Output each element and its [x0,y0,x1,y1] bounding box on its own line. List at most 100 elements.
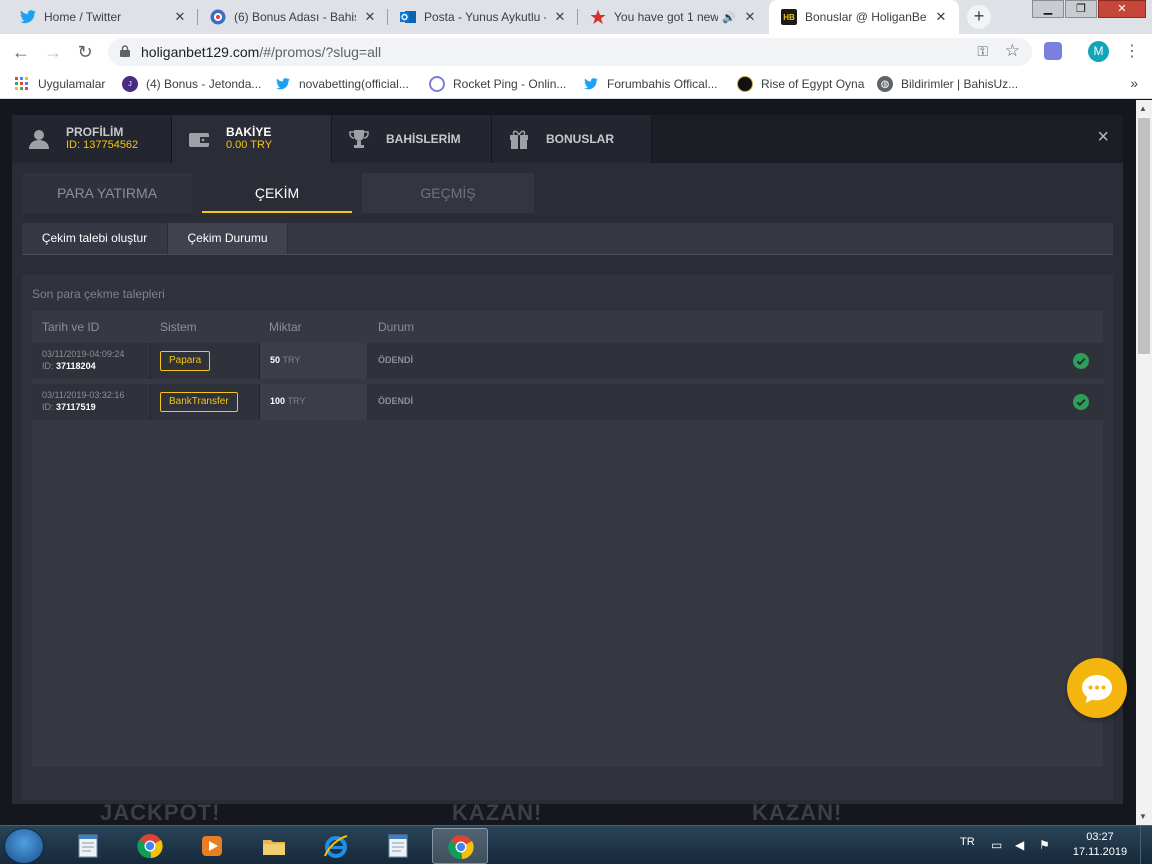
modal-close-button[interactable]: × [1097,127,1109,147]
tab-bonuses[interactable]: BONUSLAR [492,115,652,163]
language-indicator[interactable]: TR [960,836,975,848]
lock-icon[interactable] [120,45,130,57]
subtab-history[interactable]: GEÇMİŞ [362,173,534,213]
scroll-down-arrow-icon[interactable]: ▼ [1139,812,1147,821]
forward-button[interactable]: → [42,41,64,63]
bookmark-bildirimler[interactable]: ◍ Bildirimler | BahisUz... [877,76,1018,92]
subtab-withdrawal[interactable]: ÇEKİM [192,173,362,213]
tab-profile[interactable]: PROFİLİM ID: 137754562 [12,115,172,163]
action-center-flag-icon[interactable]: ⚑ [1039,838,1053,852]
taskbar-app-internet-explorer[interactable] [308,828,364,864]
taskbar-clock[interactable]: 03:27 17.11.2019 [1070,830,1130,860]
window-controls: ▁ ❐ ✕ [1031,0,1146,18]
tab-close-icon[interactable]: ✕ [742,9,758,25]
browser-tab-outlook[interactable]: Posta - Yunus Aykutlu - ✕ [388,0,578,34]
restore-button[interactable]: ❐ [1065,0,1097,18]
payment-system-badge: Papara [160,351,211,371]
volume-icon[interactable]: ◀ [1015,838,1029,852]
speaker-icon[interactable]: 🔊 [722,11,736,24]
outlook-icon [400,9,416,25]
profile-avatar[interactable]: M [1088,41,1109,62]
key-icon[interactable]: ⚿ [977,43,988,60]
tab-close-icon[interactable]: ✕ [552,9,568,25]
taskbar-app-explorer[interactable] [246,828,302,864]
withdrawal-table: Tarih ve ID Sistem Miktar Durum 03/11/20… [32,311,1103,767]
row-date: 03/11/2019-04:09:24 [42,349,125,359]
create-withdrawal-button[interactable]: Çekim talebi oluştur [22,223,168,254]
tab-close-icon[interactable]: ✕ [933,9,949,25]
window-close-button[interactable]: ✕ [1098,0,1146,18]
url-text[interactable]: holiganbet129.com/#/promos/?slug=all [141,44,381,60]
account-modal: PROFİLİM ID: 137754562 BAKİYE 0.00 TRY B… [12,115,1123,804]
page-viewport: JACKPOT! KAZAN! KAZAN! PROFİLİM ID: 1377… [0,100,1136,825]
reload-button[interactable]: ↻ [74,41,96,63]
bookmark-rise-of-egypt[interactable]: Rise of Egypt Oyna [737,76,864,92]
taskbar-app-chrome-active[interactable] [432,828,488,864]
extension-icon[interactable] [1044,42,1062,60]
amount-value: 100 [270,396,286,406]
internet-explorer-icon [324,835,348,858]
column-system: Sistem [160,320,197,334]
withdrawal-status-button[interactable]: Çekim Durumu [168,223,288,254]
bookmark-star-icon[interactable]: ☆ [1005,41,1020,61]
tab-close-icon[interactable]: ✕ [172,9,188,25]
page-scrollbar[interactable]: ▲ ▼ [1136,100,1152,825]
bookmark-label: novabetting(official... [299,77,409,91]
tab-title: You have got 1 new [614,10,719,24]
back-button[interactable]: ← [10,41,32,63]
bookmark-forumbahis[interactable]: Forumbahis Offical... [583,76,717,92]
live-chat-button[interactable] [1067,658,1127,718]
bookmark-label: Rise of Egypt Oyna [761,77,865,91]
taskbar-app-media-player[interactable] [184,828,240,864]
notepad-icon [388,834,408,858]
taskbar-app-notepad[interactable] [60,828,116,864]
row-status: ÖDENDİ [378,355,414,365]
bookmarks-bar: Uygulamalar J (4) Bonus - Jetonda... nov… [0,70,1152,99]
bookmark-jetonda[interactable]: J (4) Bonus - Jetonda... [122,76,261,92]
tab-my-bets[interactable]: BAHİSLERİM [332,115,492,163]
row-id: ID: 37118204 [42,361,96,371]
browser-tab-strip: Home / Twitter ✕ (6) Bonus Adası - Bahis… [0,0,1152,34]
browser-tab-bonus-adasi[interactable]: (6) Bonus Adası - Bahis ✕ [198,0,388,34]
taskbar-app-notepad-2[interactable] [370,828,426,864]
bookmark-apps[interactable]: Uygulamalar [14,76,105,92]
id-value: 37118204 [56,361,96,371]
url-host: holiganbet129.com [141,44,260,60]
browser-tab-twitter[interactable]: Home / Twitter ✕ [8,0,198,34]
bookmark-novabetting[interactable]: novabetting(official... [275,76,409,92]
show-desktop-button[interactable] [1140,826,1152,864]
scrollbar-thumb[interactable] [1138,118,1150,354]
row-id: ID: 37117519 [42,402,96,412]
minimize-button[interactable]: ▁ [1032,0,1064,18]
globe-icon: ◍ [877,76,893,92]
clock-date: 17.11.2019 [1072,846,1128,858]
row-amount: 50 TRY [270,355,300,365]
cell-amount: 100 TRY [259,384,367,420]
address-bar[interactable]: holiganbet129.com/#/promos/?slug=all ⚿ ☆ [108,38,1032,66]
column-amount: Miktar [269,320,302,334]
tab-label: BAKİYE [226,125,272,139]
amount-currency: TRY [287,396,306,406]
tab-balance[interactable]: BAKİYE 0.00 TRY [172,115,332,163]
chrome-icon [137,834,163,859]
taskbar-app-chrome[interactable] [122,828,178,864]
cell-date-id: 03/11/2019-04:09:24 ID: 37118204 [32,343,150,379]
new-tab-button[interactable]: + [967,5,991,29]
bookmarks-overflow-button[interactable]: » [1130,75,1138,91]
menu-icon[interactable]: ⋮ [1124,41,1140,61]
withdrawal-actions: Çekim talebi oluştur Çekim Durumu [22,223,1113,255]
browser-tab-new-mail[interactable]: You have got 1 new 🔊 ✕ [578,0,768,34]
cell-system: Papara [150,343,258,379]
bookmark-rocket-ping[interactable]: Rocket Ping - Onlin... [429,76,566,92]
subtab-deposit[interactable]: PARA YATIRMA [22,173,192,213]
cell-status: ÖDENDİ [368,384,1103,420]
folder-icon [263,840,285,855]
tab-close-icon[interactable]: ✕ [362,9,378,25]
start-button[interactable] [4,828,44,864]
browser-tab-holiganbet[interactable]: HB Bonuslar @ HoliganBet ✕ [769,0,959,34]
scroll-up-arrow-icon[interactable]: ▲ [1139,104,1147,113]
holiganbet-icon: HB [781,9,797,25]
network-icon[interactable]: ▭ [991,838,1005,852]
twitter-icon [583,76,599,92]
balance-amount: 0.00 TRY [226,139,273,151]
